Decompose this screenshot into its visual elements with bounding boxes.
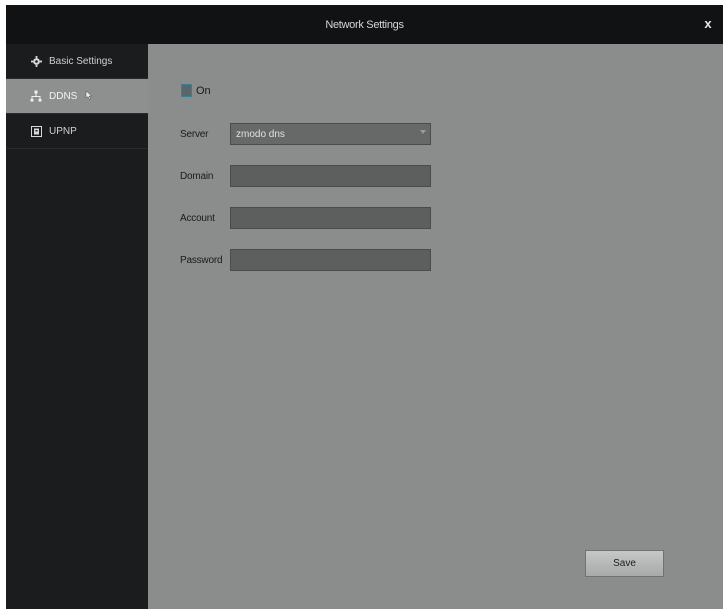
- window-title: Network Settings: [325, 18, 404, 31]
- sidebar: Basic Settings DDNS UPNP: [6, 44, 148, 609]
- network-settings-window: Network Settings x Basic Settings DDNS U…: [6, 5, 723, 609]
- sidebar-item-ddns[interactable]: DDNS: [6, 79, 148, 114]
- network-icon: [30, 90, 42, 102]
- enable-checkbox[interactable]: [181, 84, 192, 97]
- sidebar-item-upnp[interactable]: UPNP: [6, 114, 148, 149]
- chevron-down-icon: [420, 130, 426, 134]
- domain-row: Domain: [180, 165, 431, 187]
- title-bar: Network Settings x: [6, 5, 723, 44]
- domain-input[interactable]: [230, 165, 431, 187]
- enable-label: On: [196, 84, 211, 97]
- account-input[interactable]: [230, 207, 431, 229]
- sidebar-item-label: Basic Settings: [49, 55, 113, 67]
- password-input[interactable]: [230, 249, 431, 271]
- mouse-cursor-icon: [85, 89, 93, 102]
- account-row: Account: [180, 207, 431, 229]
- upnp-icon: [30, 125, 42, 137]
- server-label: Server: [180, 128, 209, 140]
- domain-label: Domain: [180, 170, 214, 182]
- close-button[interactable]: x: [701, 16, 715, 32]
- account-label: Account: [180, 212, 215, 224]
- password-label: Password: [180, 254, 223, 266]
- server-row: Server zmodo dns: [180, 123, 431, 145]
- gear-icon: [30, 55, 42, 67]
- sidebar-item-label: DDNS: [49, 90, 78, 102]
- ddns-settings-panel: On Server zmodo dns Domain Account Passw…: [148, 44, 723, 609]
- enable-toggle-row: On: [181, 84, 211, 97]
- sidebar-item-label: UPNP: [49, 125, 77, 137]
- save-button[interactable]: Save: [585, 550, 664, 577]
- sidebar-item-basic-settings[interactable]: Basic Settings: [6, 44, 148, 79]
- server-value: zmodo dns: [236, 128, 285, 140]
- password-row: Password: [180, 249, 431, 271]
- server-select[interactable]: zmodo dns: [230, 123, 431, 145]
